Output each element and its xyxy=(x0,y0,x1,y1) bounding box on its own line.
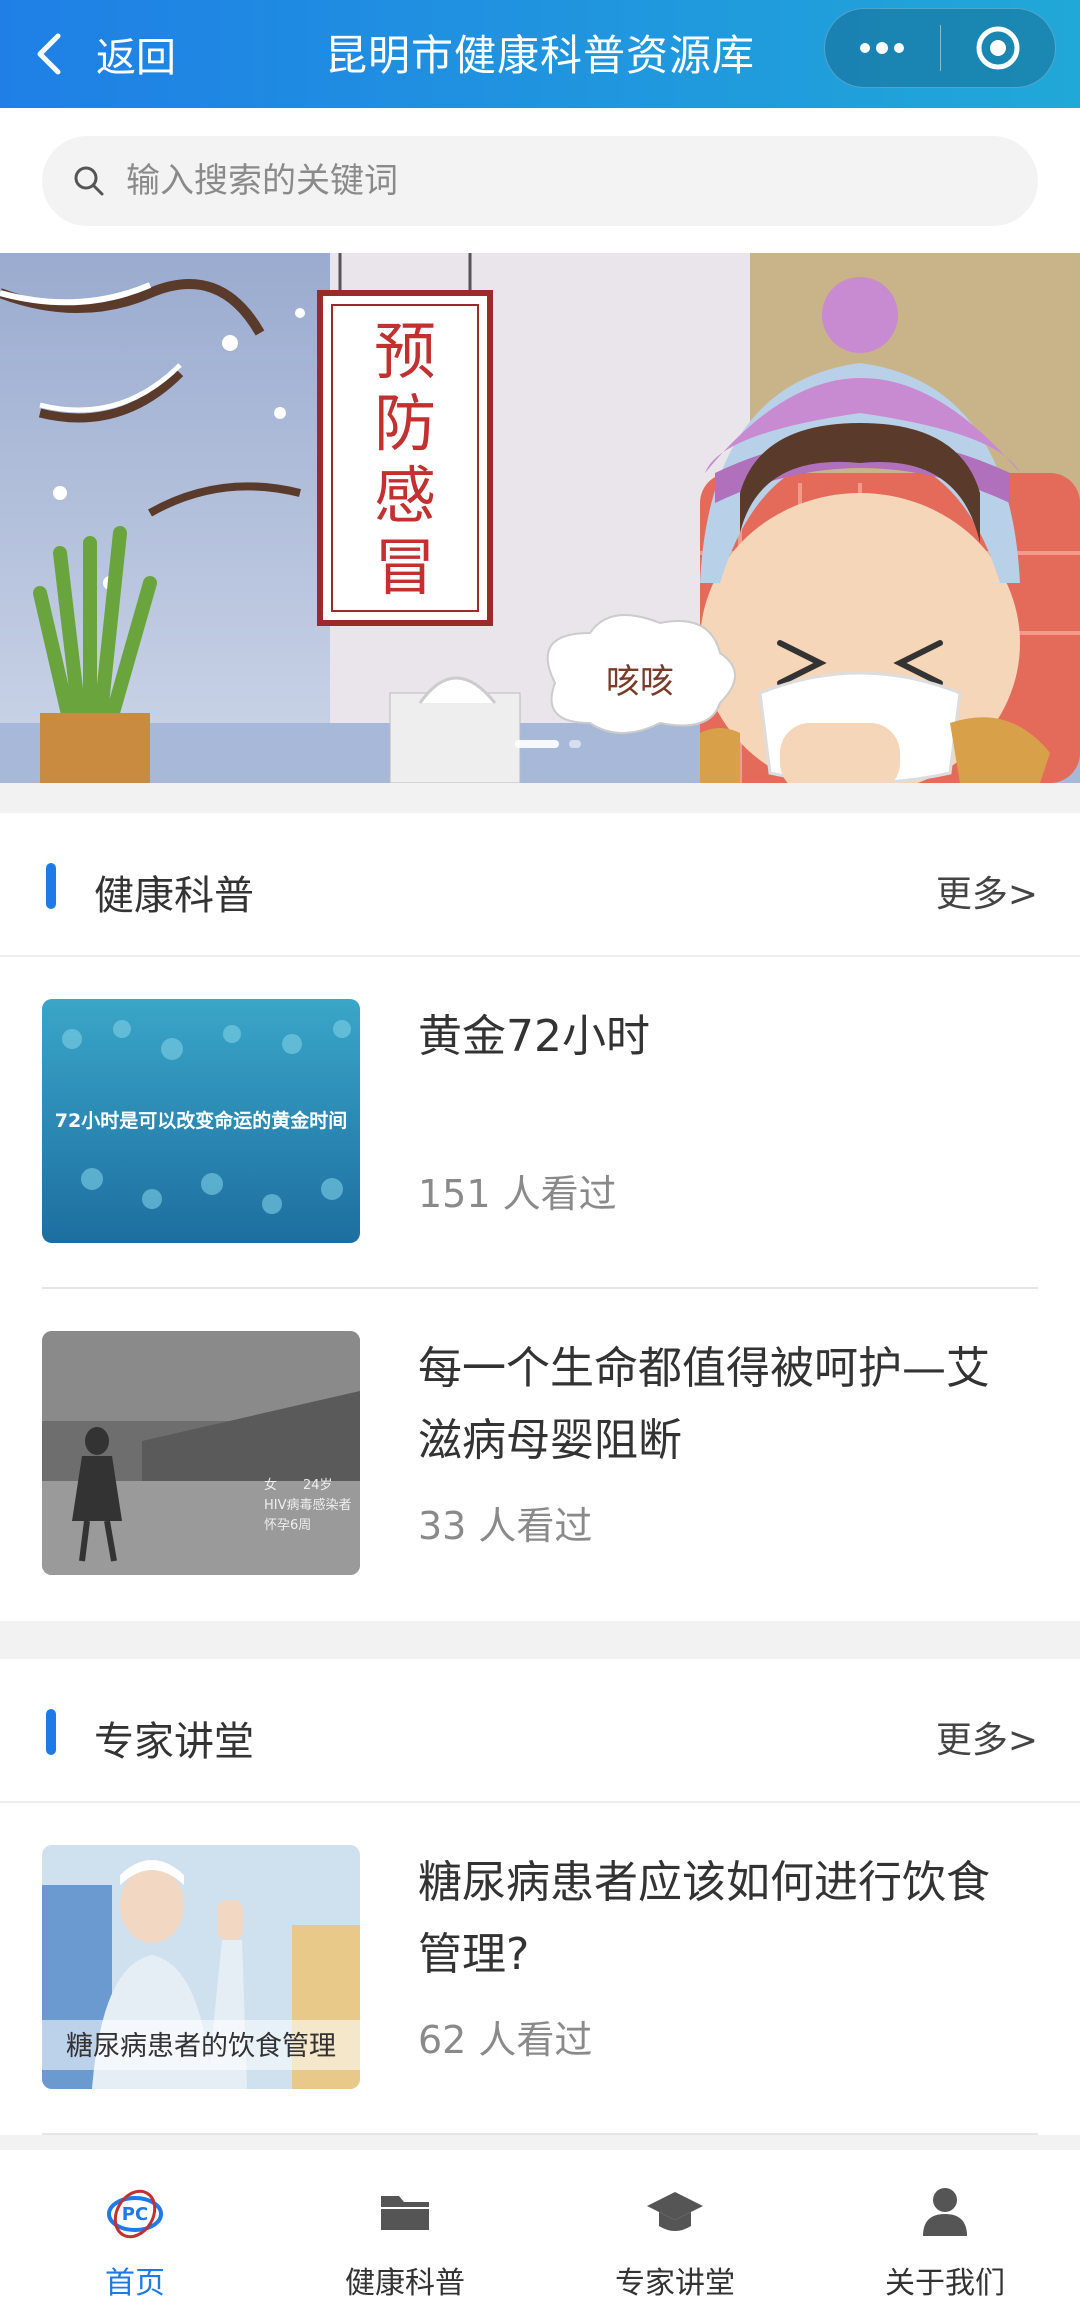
svg-text:咳咳: 咳咳 xyxy=(606,662,674,702)
svg-text:预: 预 xyxy=(374,315,436,388)
svg-text:冒: 冒 xyxy=(374,531,436,604)
section-accent-bar xyxy=(46,1709,56,1755)
carousel-indicator xyxy=(515,740,581,748)
home-logo-icon: PC xyxy=(107,2189,163,2239)
banner-carousel[interactable]: 预 防 感 冒 咳咳 xyxy=(0,253,1080,783)
video-thumbnail: 72小时是可以改变命运的黄金时间 xyxy=(42,999,360,1243)
person-icon xyxy=(923,2188,967,2236)
view-count: 33 人看过 xyxy=(418,1504,593,1548)
search-icon xyxy=(74,166,104,196)
more-link[interactable]: 更多> xyxy=(936,865,1038,917)
svg-text:女 24岁: 女 24岁 xyxy=(264,1477,333,1493)
carousel-dot-active xyxy=(515,740,559,748)
list-item[interactable]: 女 24岁 HIV病毒感染者 怀孕6周 每一个生命都值得被呵护—艾滋病母婴阻断 … xyxy=(42,1289,1038,1621)
more-dots-icon xyxy=(860,42,905,54)
tab-label: 专家讲堂 xyxy=(615,2266,735,2301)
section-header: 专家讲堂 更多> xyxy=(0,1659,1080,1803)
section-title: 专家讲堂 xyxy=(94,1719,254,1765)
list-item[interactable]: 糖尿病患者的饮食管理 糖尿病患者应该如何进行饮食管理? 62 人看过 xyxy=(42,1803,1038,2135)
more-options-button[interactable] xyxy=(825,8,940,88)
more-link[interactable]: 更多> xyxy=(936,1711,1038,1763)
tab-home[interactable]: PC 首页 xyxy=(0,2150,270,2310)
target-circle-icon xyxy=(976,26,1020,70)
item-title: 糖尿病患者应该如何进行饮食管理? xyxy=(418,1857,990,1980)
thumbnail-caption: 糖尿病患者的饮食管理 xyxy=(66,2031,336,2062)
item-title: 每一个生命都值得被呵护—艾滋病母婴阻断 xyxy=(418,1343,990,1466)
mini-program-capsule xyxy=(824,8,1056,88)
tab-about-us[interactable]: 关于我们 xyxy=(810,2150,1080,2310)
folder-icon xyxy=(381,2196,429,2230)
svg-text:感: 感 xyxy=(374,459,436,532)
section-title: 健康科普 xyxy=(94,873,254,919)
search-input[interactable] xyxy=(126,161,946,201)
section-header: 健康科普 更多> xyxy=(0,813,1080,957)
svg-text:PC: PC xyxy=(122,2204,148,2225)
list-item[interactable]: 72小时是可以改变命运的黄金时间 黄金72小时 151 人看过 xyxy=(42,957,1038,1289)
tab-health-science[interactable]: 健康科普 xyxy=(270,2150,540,2310)
video-thumbnail: 女 24岁 HIV病毒感染者 怀孕6周 xyxy=(42,1331,360,1575)
view-count: 62 人看过 xyxy=(418,2018,593,2062)
svg-text:HIV病毒感染者: HIV病毒感染者 xyxy=(264,1497,352,1513)
nav-header: 返回 昆明市健康科普资源库 xyxy=(0,0,1080,108)
tab-expert-lectures[interactable]: 专家讲堂 xyxy=(540,2150,810,2310)
section-expert-lectures: 专家讲堂 更多> 糖尿病患者的饮食管理 糖尿病患者应该如何进行饮食管理? 62 … xyxy=(0,1659,1080,2135)
video-thumbnail: 糖尿病患者的饮食管理 xyxy=(42,1845,360,2089)
view-count: 151 人看过 xyxy=(418,1172,617,1216)
tab-label: 关于我们 xyxy=(885,2266,1005,2301)
svg-text:防: 防 xyxy=(374,387,436,460)
section-health-science: 健康科普 更多> 72小时是可以改变命运的黄金时间 黄金72小时 151 人看过… xyxy=(0,813,1080,1621)
tab-label: 首页 xyxy=(105,2266,165,2301)
search-bar[interactable] xyxy=(42,136,1038,226)
tab-label: 健康科普 xyxy=(345,2266,465,2301)
section-accent-bar xyxy=(46,863,56,909)
cold-prevention-illustration: 预 防 感 冒 咳咳 xyxy=(0,253,1080,783)
search-area xyxy=(0,108,1080,253)
bottom-tab-bar: PC 首页 健康科普 专家讲堂 关于我们 xyxy=(0,2150,1080,2310)
close-mini-program-button[interactable] xyxy=(940,8,1055,88)
thumbnail-caption: 72小时是可以改变命运的黄金时间 xyxy=(55,1109,347,1132)
carousel-dot xyxy=(569,740,581,748)
graduation-cap-icon xyxy=(647,2192,703,2231)
item-title: 黄金72小时 xyxy=(418,1011,650,1062)
svg-text:怀孕6周: 怀孕6周 xyxy=(264,1518,311,1533)
